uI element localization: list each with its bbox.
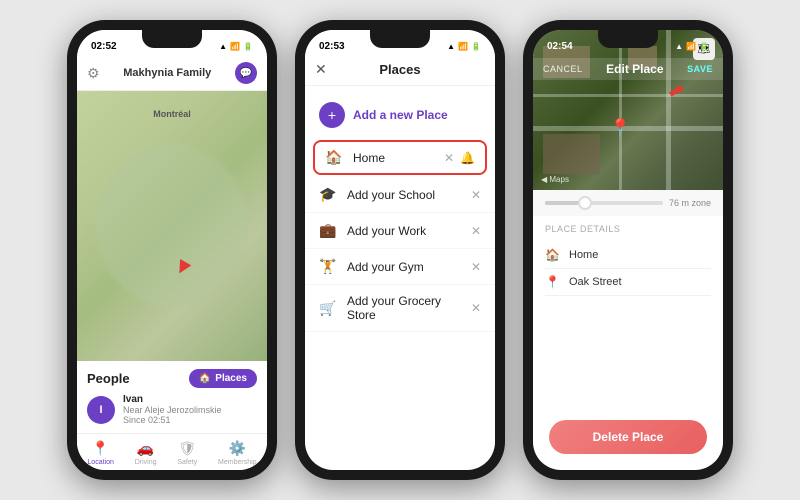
home-actions: ✕ 🔔 xyxy=(444,151,475,165)
radius-label: 76 m zone xyxy=(669,198,711,208)
detail-row-home: 🏠 Home xyxy=(545,242,711,269)
person-name: Ivan xyxy=(123,394,222,405)
nav-location[interactable]: 📍 Location xyxy=(87,440,113,466)
radius-slider[interactable] xyxy=(545,201,663,205)
save-button[interactable]: SAVE xyxy=(687,64,713,74)
map-blur xyxy=(77,91,267,361)
delete-place-button[interactable]: Delete Place xyxy=(549,420,707,454)
avatar: I xyxy=(87,396,115,424)
places-list: + Add a new Place 🏠 Home ✕ 🔔 🎓 Add your … xyxy=(305,86,495,470)
address-detail-value: Oak Street xyxy=(569,276,622,288)
school-close-icon[interactable]: ✕ xyxy=(471,188,481,202)
person-row: I Ivan Near Aleje Jerozolimskie Since 02… xyxy=(87,394,257,425)
close-button[interactable]: ✕ xyxy=(315,61,327,78)
status-bar-2: 02:53 ▲ 📶 🔋 xyxy=(305,30,495,58)
maps-label: ◀ Maps xyxy=(541,175,569,184)
home-detail-icon: 🏠 xyxy=(545,248,561,262)
time-2: 02:53 xyxy=(319,41,345,52)
people-label: People xyxy=(87,371,130,386)
work-name: Add your Work xyxy=(347,224,471,238)
bottom-panel: People 🏠 Places I Ivan Near Aleje Jerozo… xyxy=(77,361,267,433)
place-item-home[interactable]: 🏠 Home ✕ 🔔 xyxy=(313,140,487,175)
home-bell-icon[interactable]: 🔔 xyxy=(460,151,475,165)
edit-place-title: Edit Place xyxy=(606,62,663,76)
add-place-row[interactable]: + Add a new Place xyxy=(305,94,495,136)
location-icon: 📍 xyxy=(92,440,109,457)
place-item-work[interactable]: 💼 Add your Work ✕ xyxy=(305,213,495,249)
membership-icon: ⚙️ xyxy=(229,440,246,457)
place-item-gym[interactable]: 🏋 Add your Gym ✕ xyxy=(305,249,495,285)
slider-thumb[interactable] xyxy=(578,196,592,210)
gym-actions: ✕ xyxy=(471,260,481,274)
places-button[interactable]: 🏠 Places xyxy=(189,369,257,388)
gym-close-icon[interactable]: ✕ xyxy=(471,260,481,274)
grocery-actions: ✕ xyxy=(471,301,481,315)
gym-icon: 🏋 xyxy=(319,258,337,275)
person-info: Ivan Near Aleje Jerozolimskie Since 02:5… xyxy=(123,394,222,425)
nav-driving[interactable]: 🚗 Driving xyxy=(135,440,157,466)
time-3: 02:54 xyxy=(547,41,573,52)
chat-icon[interactable]: 💬 xyxy=(235,62,257,84)
person-location: Near Aleje Jerozolimskie xyxy=(123,405,222,415)
status-icons-1: ▲ 📶 🔋 xyxy=(219,42,253,51)
grocery-close-icon[interactable]: ✕ xyxy=(471,301,481,315)
delete-btn-container: Delete Place xyxy=(533,410,723,470)
status-icons-2: ▲ 📶 🔋 xyxy=(447,42,481,51)
bottom-nav: 📍 Location 🚗 Driving 🛡 Safety ⚙️ Members… xyxy=(77,433,267,470)
status-bar-1: 02:52 ▲ 📶 🔋 xyxy=(77,30,267,58)
cancel-button[interactable]: CANCEL xyxy=(543,64,583,74)
home-icon: 🏠 xyxy=(325,149,343,166)
map-pin: 📍 xyxy=(609,118,631,139)
work-close-icon[interactable]: ✕ xyxy=(471,224,481,238)
school-icon: 🎓 xyxy=(319,186,337,203)
person-since: Since 02:51 xyxy=(123,415,222,425)
time-1: 02:52 xyxy=(91,41,117,52)
home-detail-value: Home xyxy=(569,249,598,261)
gym-name: Add your Gym xyxy=(347,260,471,274)
gear-icon[interactable]: ⚙ xyxy=(87,65,100,82)
phone-1: 02:52 ▲ 📶 🔋 ⚙ Makhynia Family 💬 Montréal… xyxy=(67,20,277,480)
phone-2: 02:53 ▲ 📶 🔋 ✕ Places + Add a new Place 🏠… xyxy=(295,20,505,480)
add-place-icon: + xyxy=(319,102,345,128)
place-item-grocery[interactable]: 🛒 Add your Grocery Store ✕ xyxy=(305,285,495,332)
work-icon: 💼 xyxy=(319,222,337,239)
phone1-header: ⚙ Makhynia Family 💬 xyxy=(77,58,267,91)
phone2-header: ✕ Places xyxy=(305,58,495,86)
address-detail-icon: 📍 xyxy=(545,275,561,289)
school-actions: ✕ xyxy=(471,188,481,202)
building-3 xyxy=(543,134,600,174)
grocery-name: Add your Grocery Store xyxy=(347,294,471,322)
edit-header: CANCEL Edit Place SAVE xyxy=(533,58,723,80)
nav-membership[interactable]: ⚙️ Membership xyxy=(218,440,257,466)
map-area: Montréal ▼ xyxy=(77,91,267,361)
school-name: Add your School xyxy=(347,188,471,202)
radius-control: 76 m zone xyxy=(533,190,723,216)
place-details-title: Place details xyxy=(545,224,711,234)
driving-icon: 🚗 xyxy=(137,440,154,457)
nav-safety[interactable]: 🛡 Safety xyxy=(177,440,197,466)
phone-3: 02:54 ▲ 📶 🔋 CANCEL Edit Place SAVE 📍 ➡ ◀ xyxy=(523,20,733,480)
grocery-icon: 🛒 xyxy=(319,300,337,317)
work-actions: ✕ xyxy=(471,224,481,238)
safety-icon: 🛡 xyxy=(178,440,196,457)
place-item-school[interactable]: 🎓 Add your School ✕ xyxy=(305,177,495,213)
status-bar-3: 02:54 ▲ 📶 🔋 xyxy=(533,30,723,58)
family-name: Makhynia Family xyxy=(123,67,211,79)
detail-row-address: 📍 Oak Street xyxy=(545,269,711,296)
add-place-label: Add a new Place xyxy=(353,108,448,122)
map-city: Montréal xyxy=(153,109,191,119)
home-name: Home xyxy=(353,151,444,165)
home-close-icon[interactable]: ✕ xyxy=(444,151,454,165)
place-details-section: Place details 🏠 Home 📍 Oak Street xyxy=(533,216,723,410)
places-title: Places xyxy=(379,62,420,77)
status-icons-3: ▲ 📶 🔋 xyxy=(675,42,709,51)
road-h1 xyxy=(533,94,723,97)
